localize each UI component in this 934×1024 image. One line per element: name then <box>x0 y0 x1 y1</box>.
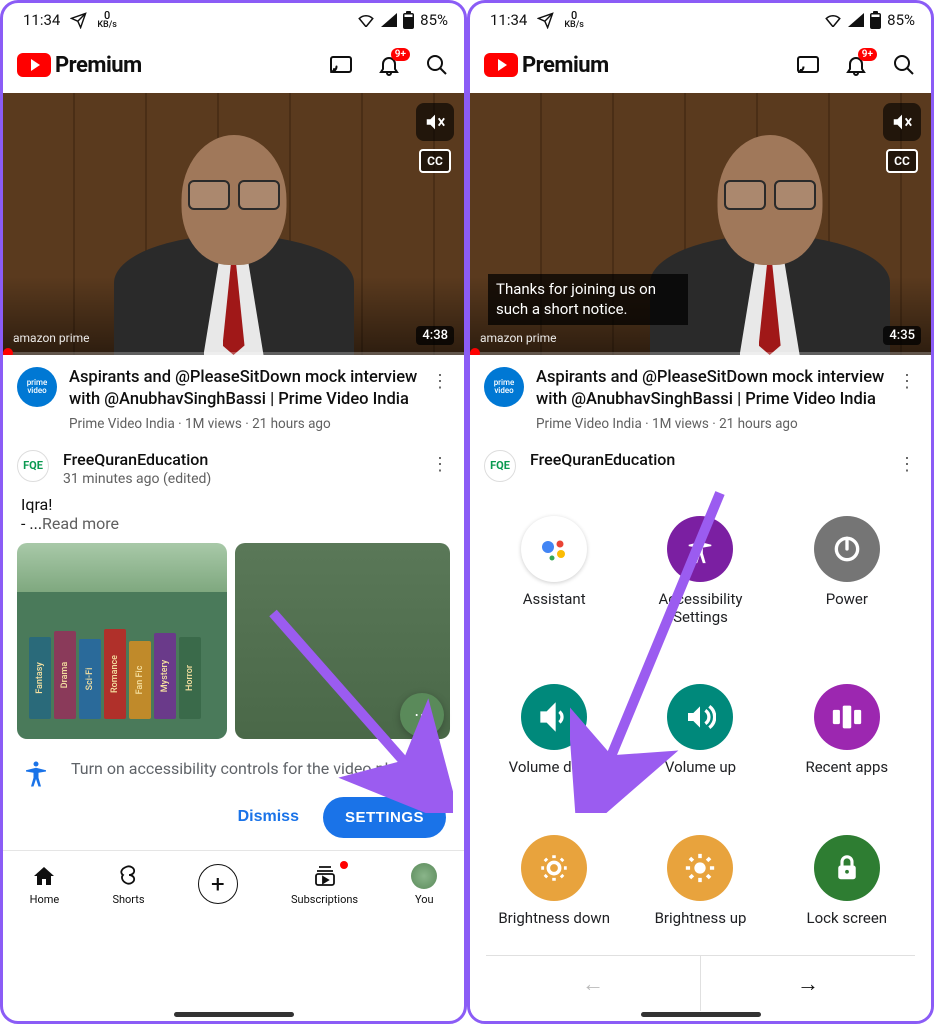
video-duration: 4:38 <box>416 326 454 345</box>
panel-lock-screen[interactable]: Lock screen <box>779 835 915 956</box>
community-post-header[interactable]: FQE FreeQuranEducation ⋮ <box>470 442 931 488</box>
notification-badge: 9+ <box>391 48 410 61</box>
video-player[interactable]: CC amazon prime 4:38 <box>3 93 464 355</box>
channel-avatar[interactable]: prime video <box>17 367 57 407</box>
notification-bell-icon[interactable]: 9+ <box>843 52 869 78</box>
post-more-icon[interactable]: ⋮ <box>430 450 450 475</box>
post-body[interactable]: Iqra! - ...Read more <box>3 493 464 535</box>
channel-avatar[interactable]: prime video <box>484 367 524 407</box>
send-icon <box>70 12 87 29</box>
panel-prev-button[interactable]: ← <box>486 956 701 1011</box>
more-options-icon[interactable]: ⋮ <box>430 367 450 432</box>
panel-pagination: ← → <box>486 955 915 1011</box>
send-icon <box>537 12 554 29</box>
accessibility-fab[interactable]: ⋯ <box>400 693 444 737</box>
post-image-1[interactable]: Fantasy Drama Sci-Fi Romance Fan Fic Mys… <box>17 543 227 739</box>
brightness-up-icon <box>667 835 733 901</box>
post-time: 31 minutes ago (edited) <box>63 471 416 487</box>
battery-icon <box>403 11 414 29</box>
status-time: 11:34 <box>23 11 60 29</box>
volume-down-icon <box>521 684 587 750</box>
recent-apps-icon <box>814 684 880 750</box>
panel-brightness-up[interactable]: Brightness up <box>632 835 768 956</box>
signal-icon <box>381 13 397 27</box>
panel-accessibility-settings[interactable]: Accessibility Settings <box>632 516 768 654</box>
caption-overlay: Thanks for joining us on such a short no… <box>488 274 688 325</box>
nav-shorts[interactable]: Shorts <box>112 863 144 906</box>
closed-caption-button[interactable]: CC <box>886 149 918 173</box>
mute-icon[interactable] <box>883 103 921 141</box>
accessibility-settings-icon <box>667 516 733 582</box>
video-title: Aspirants and @PleaseSitDown mock interv… <box>69 367 418 412</box>
status-bar: 11:34 0KB/s 85% <box>470 3 931 37</box>
bottom-nav: Home Shorts + Subscriptions You <box>3 850 464 918</box>
assistant-icon <box>521 516 587 582</box>
post-images[interactable]: Fantasy Drama Sci-Fi Romance Fan Fic Mys… <box>3 535 464 745</box>
panel-next-button[interactable]: → <box>701 956 915 1011</box>
video-meta[interactable]: prime video Aspirants and @PleaseSitDown… <box>470 355 931 442</box>
notification-bell-icon[interactable]: 9+ <box>376 52 402 78</box>
panel-power[interactable]: Power <box>779 516 915 654</box>
network-speed: 0KB/s <box>97 10 117 30</box>
cast-icon[interactable] <box>795 52 821 78</box>
power-icon <box>814 516 880 582</box>
accessibility-icon <box>21 759 51 789</box>
mute-icon[interactable] <box>416 103 454 141</box>
nav-you[interactable]: You <box>411 863 437 906</box>
panel-volume-up[interactable]: Volume up <box>632 684 768 804</box>
volume-up-icon <box>667 684 733 750</box>
more-options-icon[interactable]: ⋮ <box>897 367 917 432</box>
brightness-down-icon <box>521 835 587 901</box>
closed-caption-button[interactable]: CC <box>419 149 451 173</box>
post-channel-avatar[interactable]: FQE <box>17 450 49 482</box>
search-icon[interactable] <box>424 52 450 78</box>
accessibility-panel: Assistant Accessibility Settings Power V… <box>470 488 931 1021</box>
panel-brightness-down[interactable]: Brightness down <box>486 835 622 956</box>
search-icon[interactable] <box>891 52 917 78</box>
battery-icon <box>870 11 881 29</box>
community-post-header[interactable]: FQE FreeQuranEducation 31 minutes ago (e… <box>3 442 464 493</box>
nav-home[interactable]: Home <box>30 863 60 906</box>
accessibility-prompt: Turn on accessibility controls for the v… <box>3 745 464 797</box>
nav-subscriptions[interactable]: Subscriptions <box>291 863 358 906</box>
user-avatar <box>411 863 437 889</box>
settings-button[interactable]: SETTINGS <box>323 797 446 838</box>
accessibility-prompt-text: Turn on accessibility controls for the v… <box>71 759 446 778</box>
youtube-premium-logo[interactable]: Premium <box>484 53 609 78</box>
post-more-icon[interactable]: ⋮ <box>897 450 917 475</box>
progress-bar[interactable] <box>3 352 464 355</box>
app-bar: Premium 9+ <box>3 37 464 93</box>
gesture-bar <box>174 1012 294 1017</box>
panel-volume-down[interactable]: Volume down <box>486 684 622 804</box>
gesture-bar <box>641 1012 761 1017</box>
app-bar: Premium 9+ <box>470 37 931 93</box>
video-player[interactable]: CC Thanks for joining us on such a short… <box>470 93 931 355</box>
battery-percent: 85% <box>420 11 448 29</box>
video-subtitle: Prime Video India · 1M views · 21 hours … <box>69 416 418 432</box>
read-more-link[interactable]: Read more <box>42 514 119 533</box>
panel-recent-apps[interactable]: Recent apps <box>779 684 915 804</box>
plus-icon: + <box>198 864 238 904</box>
youtube-premium-logo[interactable]: Premium <box>17 53 142 78</box>
wifi-icon <box>357 13 375 27</box>
panel-assistant[interactable]: Assistant <box>486 516 622 654</box>
phone-right: 11:34 0KB/s 85% Premium 9+ <box>467 0 934 1024</box>
new-indicator <box>340 861 348 869</box>
dismiss-button[interactable]: Dismiss <box>224 797 313 838</box>
video-duration: 4:35 <box>883 326 921 345</box>
lock-icon <box>814 835 880 901</box>
phone-left: 11:34 0KB/s 85% Premium 9+ <box>0 0 467 1024</box>
cast-icon[interactable] <box>328 52 354 78</box>
nav-create[interactable]: + <box>198 864 238 904</box>
youtube-icon <box>17 53 51 77</box>
post-channel-name: FreeQuranEducation <box>63 450 416 469</box>
video-meta[interactable]: prime video Aspirants and @PleaseSitDown… <box>3 355 464 442</box>
watermark: amazon prime <box>13 331 90 345</box>
status-bar: 11:34 0KB/s 85% <box>3 3 464 37</box>
signal-icon <box>848 13 864 27</box>
wifi-icon <box>824 13 842 27</box>
